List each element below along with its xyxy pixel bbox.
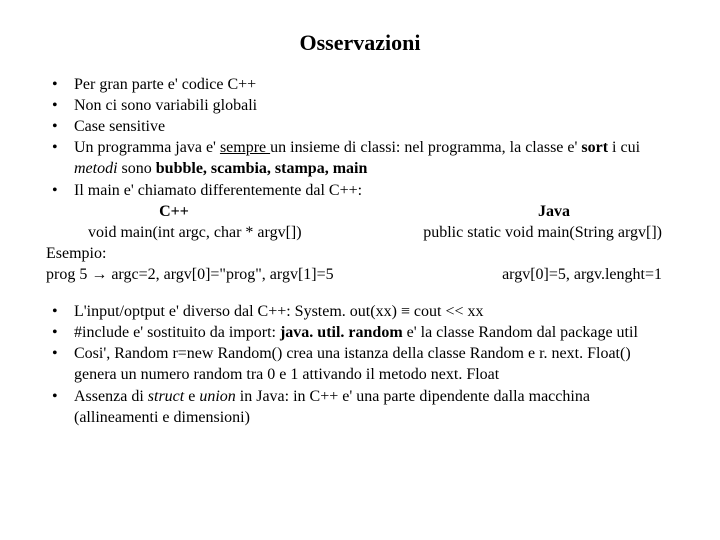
spacer	[46, 285, 674, 301]
arrow-icon: →	[91, 266, 107, 283]
text-bold: bubble, scambia, stampa, main	[156, 160, 368, 177]
text-italic: union	[199, 388, 235, 405]
signature-row: void main(int argc, char * argv[]) publi…	[46, 222, 674, 243]
bullet-item: Un programma java e' sempre un insieme d…	[46, 137, 674, 179]
lang-header-row: C++ Java	[46, 201, 674, 222]
bullets-top: Per gran parte e' codice C++ Non ci sono…	[46, 74, 674, 201]
text: e	[184, 388, 199, 405]
text: i cui	[608, 139, 640, 156]
text: prog 5	[46, 266, 91, 283]
bullet-item: Il main e' chiamato differentemente dal …	[46, 180, 674, 201]
example-right: argv[0]=5, argv.lenght=1	[502, 264, 662, 285]
slide: Osservazioni Per gran parte e' codice C+…	[0, 0, 720, 540]
col-header-right: Java	[274, 201, 674, 222]
text: sono	[118, 160, 156, 177]
example-row: prog 5 → argc=2, argv[0]="prog", argv[1]…	[46, 264, 674, 285]
text: un insieme di classi: nel programma, la …	[270, 139, 581, 156]
text-underline: sempre	[220, 139, 270, 156]
example-left: prog 5 → argc=2, argv[0]="prog", argv[1]…	[46, 264, 334, 285]
text: Un programma java e'	[74, 139, 220, 156]
col-header-left: C++	[46, 201, 274, 222]
bullets-bottom: L'input/optput e' diverso dal C++: Syste…	[46, 301, 674, 428]
text: #include e' sostituito da import:	[74, 324, 280, 341]
text-bold: java. util. random	[280, 324, 403, 341]
bullet-item: Cosi', Random r=new Random() crea una is…	[46, 343, 674, 385]
bullet-item: Case sensitive	[46, 116, 674, 137]
bullet-item: Assenza di struct e union in Java: in C+…	[46, 386, 674, 428]
bullet-item: Non ci sono variabili globali	[46, 95, 674, 116]
text-italic: metodi	[74, 160, 118, 177]
bullet-item: L'input/optput e' diverso dal C++: Syste…	[46, 301, 674, 322]
example-label: Esempio:	[46, 243, 674, 264]
text: argc=2, argv[0]="prog", argv[1]=5	[107, 266, 333, 283]
bullet-item: #include e' sostituito da import: java. …	[46, 322, 674, 343]
slide-title: Osservazioni	[46, 30, 674, 56]
text-italic: struct	[148, 388, 184, 405]
text: e' la classe Random dal package util	[403, 324, 638, 341]
text: Assenza di	[74, 388, 148, 405]
cpp-signature: void main(int argc, char * argv[])	[88, 222, 302, 243]
java-signature: public static void main(String argv[])	[423, 222, 662, 243]
bullet-item: Per gran parte e' codice C++	[46, 74, 674, 95]
text-bold: sort	[581, 139, 608, 156]
